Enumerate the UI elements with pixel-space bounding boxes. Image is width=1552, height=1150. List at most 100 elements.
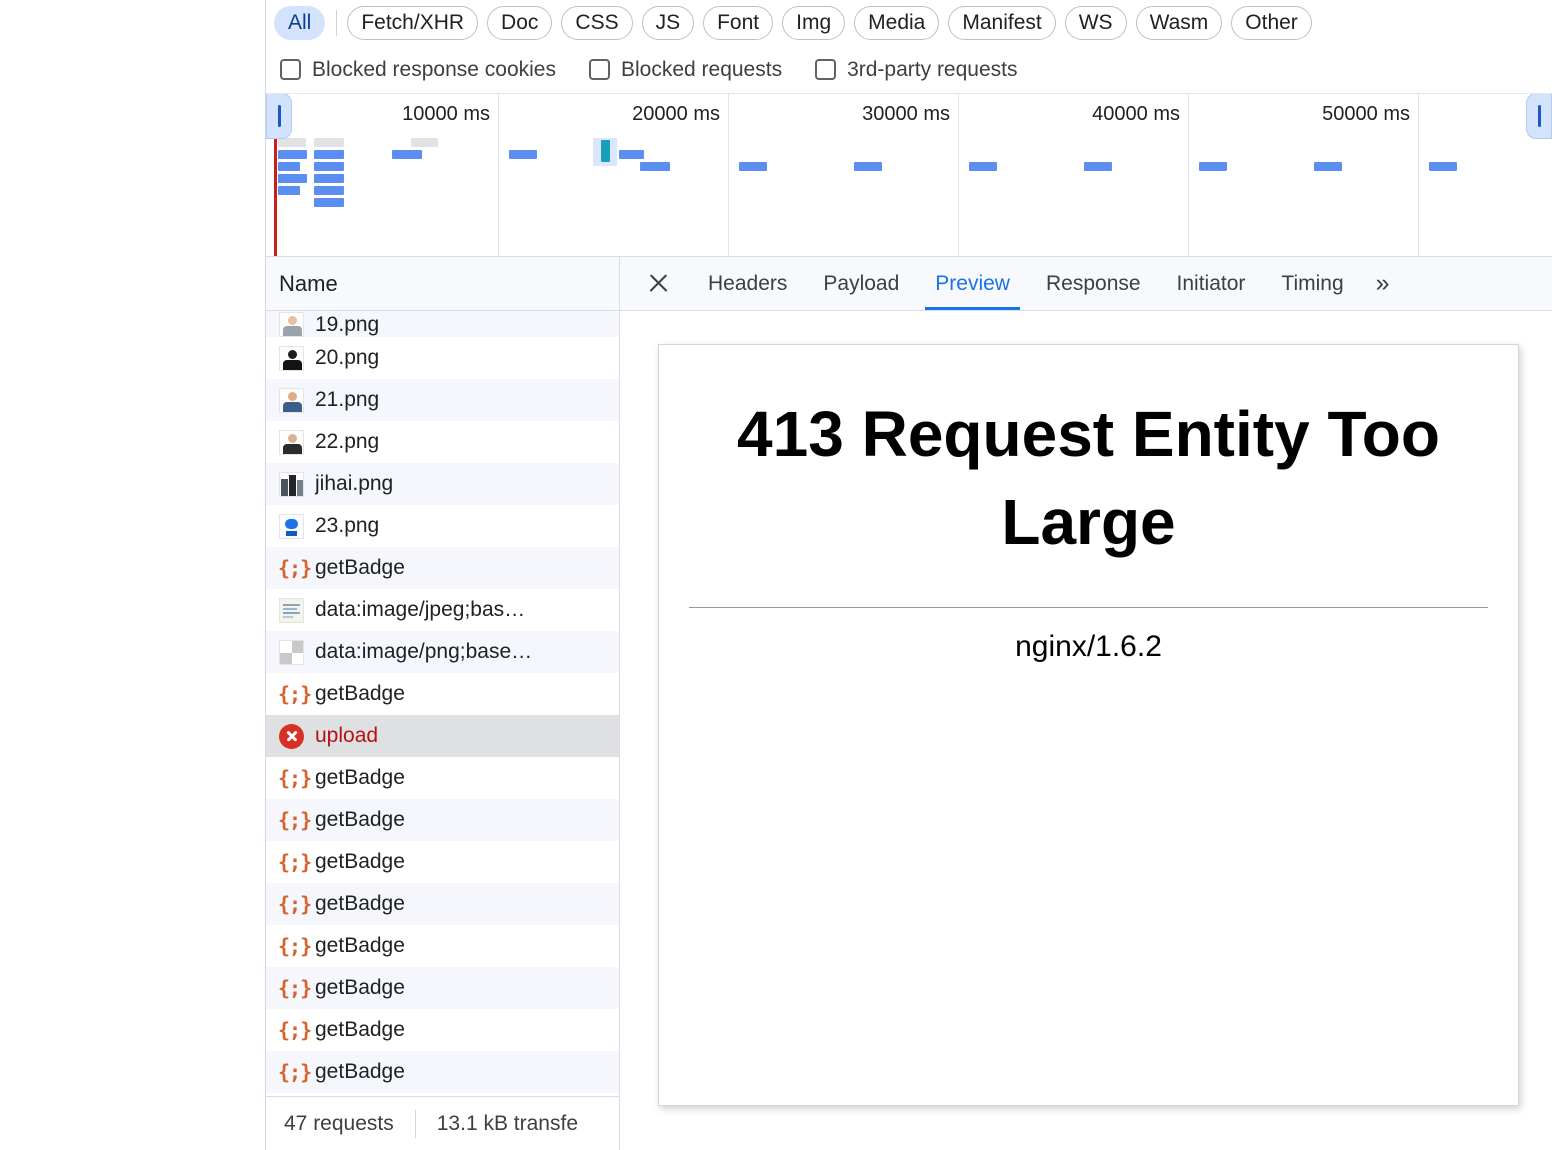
network-checkbox-filters: Blocked response cookies Blocked request…	[266, 46, 1552, 94]
checkbox-box-icon[interactable]	[280, 59, 301, 80]
table-row[interactable]: getBadge	[266, 841, 619, 883]
devtools-network-panel: All Fetch/XHR Doc CSS JS Font Img Media	[265, 0, 1552, 1150]
checkbox-blocked-response-cookies-label: Blocked response cookies	[312, 57, 556, 81]
filter-pill-other[interactable]: Other	[1231, 6, 1312, 40]
image-thumbnail-icon	[279, 345, 304, 371]
table-row[interactable]: getBadge	[266, 757, 619, 799]
tab-timing[interactable]: Timing	[1263, 257, 1361, 310]
filter-pill-wasm[interactable]: Wasm	[1135, 6, 1223, 40]
checkbox-box-icon[interactable]	[815, 59, 837, 80]
checkbox-blocked-requests[interactable]: Blocked requests	[588, 58, 782, 82]
timeline-tick-30000ms: 30000 ms	[862, 103, 950, 125]
tab-initiator[interactable]: Initiator	[1159, 257, 1264, 310]
checkbox-3rd-party-requests-label: 3rd-party requests	[847, 57, 1018, 81]
table-row[interactable]: getBadge	[266, 1009, 619, 1051]
request-name: getBadge	[315, 892, 405, 915]
chevron-double-right-icon[interactable]: »	[1362, 257, 1404, 310]
tab-headers-label: Headers	[708, 271, 788, 295]
table-row[interactable]: jihai.png	[266, 463, 619, 505]
table-row[interactable]: data:image/png;base…	[266, 631, 619, 673]
filter-pill-fetch-xhr[interactable]: Fetch/XHR	[347, 6, 479, 40]
table-row[interactable]: getBadge	[266, 799, 619, 841]
checkbox-3rd-party-requests[interactable]: 3rd-party requests	[815, 57, 1018, 82]
close-icon[interactable]	[626, 257, 690, 310]
filter-pill-img-label: Img	[796, 11, 832, 34]
filter-pill-img[interactable]: Img	[782, 6, 846, 40]
table-row[interactable]: getBadge	[266, 967, 619, 1009]
request-name: 21.png	[315, 388, 380, 411]
table-row-upload-selected[interactable]: upload	[266, 715, 619, 757]
table-row[interactable]: 20.png	[266, 337, 619, 379]
table-row[interactable]: getBadge	[266, 883, 619, 925]
table-row[interactable]: getBadge	[266, 673, 619, 715]
table-row[interactable]: 23.png	[266, 505, 619, 547]
table-row[interactable]: getBadge	[266, 925, 619, 967]
table-row[interactable]: getBadge	[266, 547, 619, 589]
request-details-pane: Headers Payload Preview Response Initiat…	[620, 257, 1552, 1150]
divider	[689, 606, 1488, 608]
table-row[interactable]: 19.png	[266, 311, 619, 337]
filter-pill-font[interactable]: Font	[703, 6, 774, 40]
tab-response-label: Response	[1045, 271, 1141, 295]
request-name: data:image/jpeg;bas…	[315, 598, 526, 621]
image-thumbnail-icon	[279, 639, 304, 665]
checkbox-box-icon[interactable]	[588, 59, 610, 80]
drag-grip-icon	[278, 105, 281, 127]
filter-pill-js-label: JS	[655, 11, 681, 34]
request-name: 23.png	[315, 514, 380, 537]
json-icon	[279, 682, 304, 707]
timeline-tick-40000ms: 40000 ms	[1092, 103, 1180, 125]
filter-pill-font-label: Font	[717, 11, 760, 34]
screenshot-root: All Fetch/XHR Doc CSS JS Font Img Media	[0, 0, 1552, 1150]
image-thumbnail-icon	[279, 513, 304, 539]
request-rows[interactable]: 19.png 20.png 21.png 22.png jihai.png 23…	[266, 311, 619, 1096]
filter-pill-css[interactable]: CSS	[561, 6, 633, 40]
timeline-tick-50000ms: 50000 ms	[1322, 103, 1410, 125]
tab-preview-label: Preview	[935, 271, 1010, 295]
filter-pill-js[interactable]: JS	[641, 6, 695, 40]
filter-pill-fetch-xhr-label: Fetch/XHR	[361, 11, 465, 34]
request-name: getBadge	[315, 1018, 405, 1041]
timeline-tick-20000ms: 20000 ms	[632, 103, 720, 125]
details-tab-bar: Headers Payload Preview Response Initiat…	[620, 257, 1552, 311]
tab-payload[interactable]: Payload	[805, 257, 917, 310]
request-name: 22.png	[315, 430, 380, 453]
json-icon	[279, 808, 304, 833]
status-separator	[414, 1109, 416, 1138]
column-header-name[interactable]: Name	[266, 257, 619, 311]
network-timeline-overview[interactable]: 10000 ms 20000 ms 30000 ms 40000 ms 5000…	[266, 94, 1552, 257]
tab-preview[interactable]: Preview	[917, 257, 1028, 310]
table-row[interactable]: 21.png	[266, 379, 619, 421]
timeline-selection-handle-right[interactable]	[1526, 94, 1552, 139]
error-page-title: 413 Request Entity Too Large	[737, 398, 1440, 559]
filter-pill-ws[interactable]: WS	[1064, 6, 1127, 40]
timeline-selection-handle-left[interactable]	[266, 94, 292, 139]
request-name: upload	[315, 724, 379, 747]
tab-timing-label: Timing	[1281, 271, 1344, 295]
filter-pill-manifest[interactable]: Manifest	[948, 6, 1056, 40]
request-name: getBadge	[315, 1060, 405, 1083]
json-icon	[279, 850, 304, 875]
timeline-tick-10000ms: 10000 ms	[402, 103, 490, 125]
tab-headers[interactable]: Headers	[690, 257, 805, 310]
table-row[interactable]: data:image/jpeg;bas…	[266, 589, 619, 631]
request-name: jihai.png	[315, 472, 394, 495]
checkbox-blocked-response-cookies[interactable]: Blocked response cookies	[280, 58, 556, 82]
request-name: 19.png	[315, 313, 380, 336]
filter-pill-all-label: All	[288, 11, 312, 34]
filter-pill-media[interactable]: Media	[854, 6, 940, 40]
request-name: 20.png	[315, 346, 380, 369]
image-thumbnail-icon	[279, 387, 304, 413]
table-row[interactable]: 22.png	[266, 421, 619, 463]
filter-pill-css-label: CSS	[575, 11, 619, 34]
request-count: 47 requests	[284, 1111, 394, 1135]
filter-pill-wasm-label: Wasm	[1149, 11, 1209, 34]
json-icon	[279, 556, 304, 581]
tab-response[interactable]: Response	[1028, 257, 1159, 310]
request-name: getBadge	[315, 682, 405, 705]
filter-pill-all[interactable]: All	[274, 6, 326, 40]
filter-pill-doc[interactable]: Doc	[487, 6, 553, 40]
network-filter-bar: All Fetch/XHR Doc CSS JS Font Img Media	[266, 0, 1552, 46]
table-row[interactable]: getBadge	[266, 1051, 619, 1093]
request-name: data:image/png;base…	[315, 640, 533, 663]
